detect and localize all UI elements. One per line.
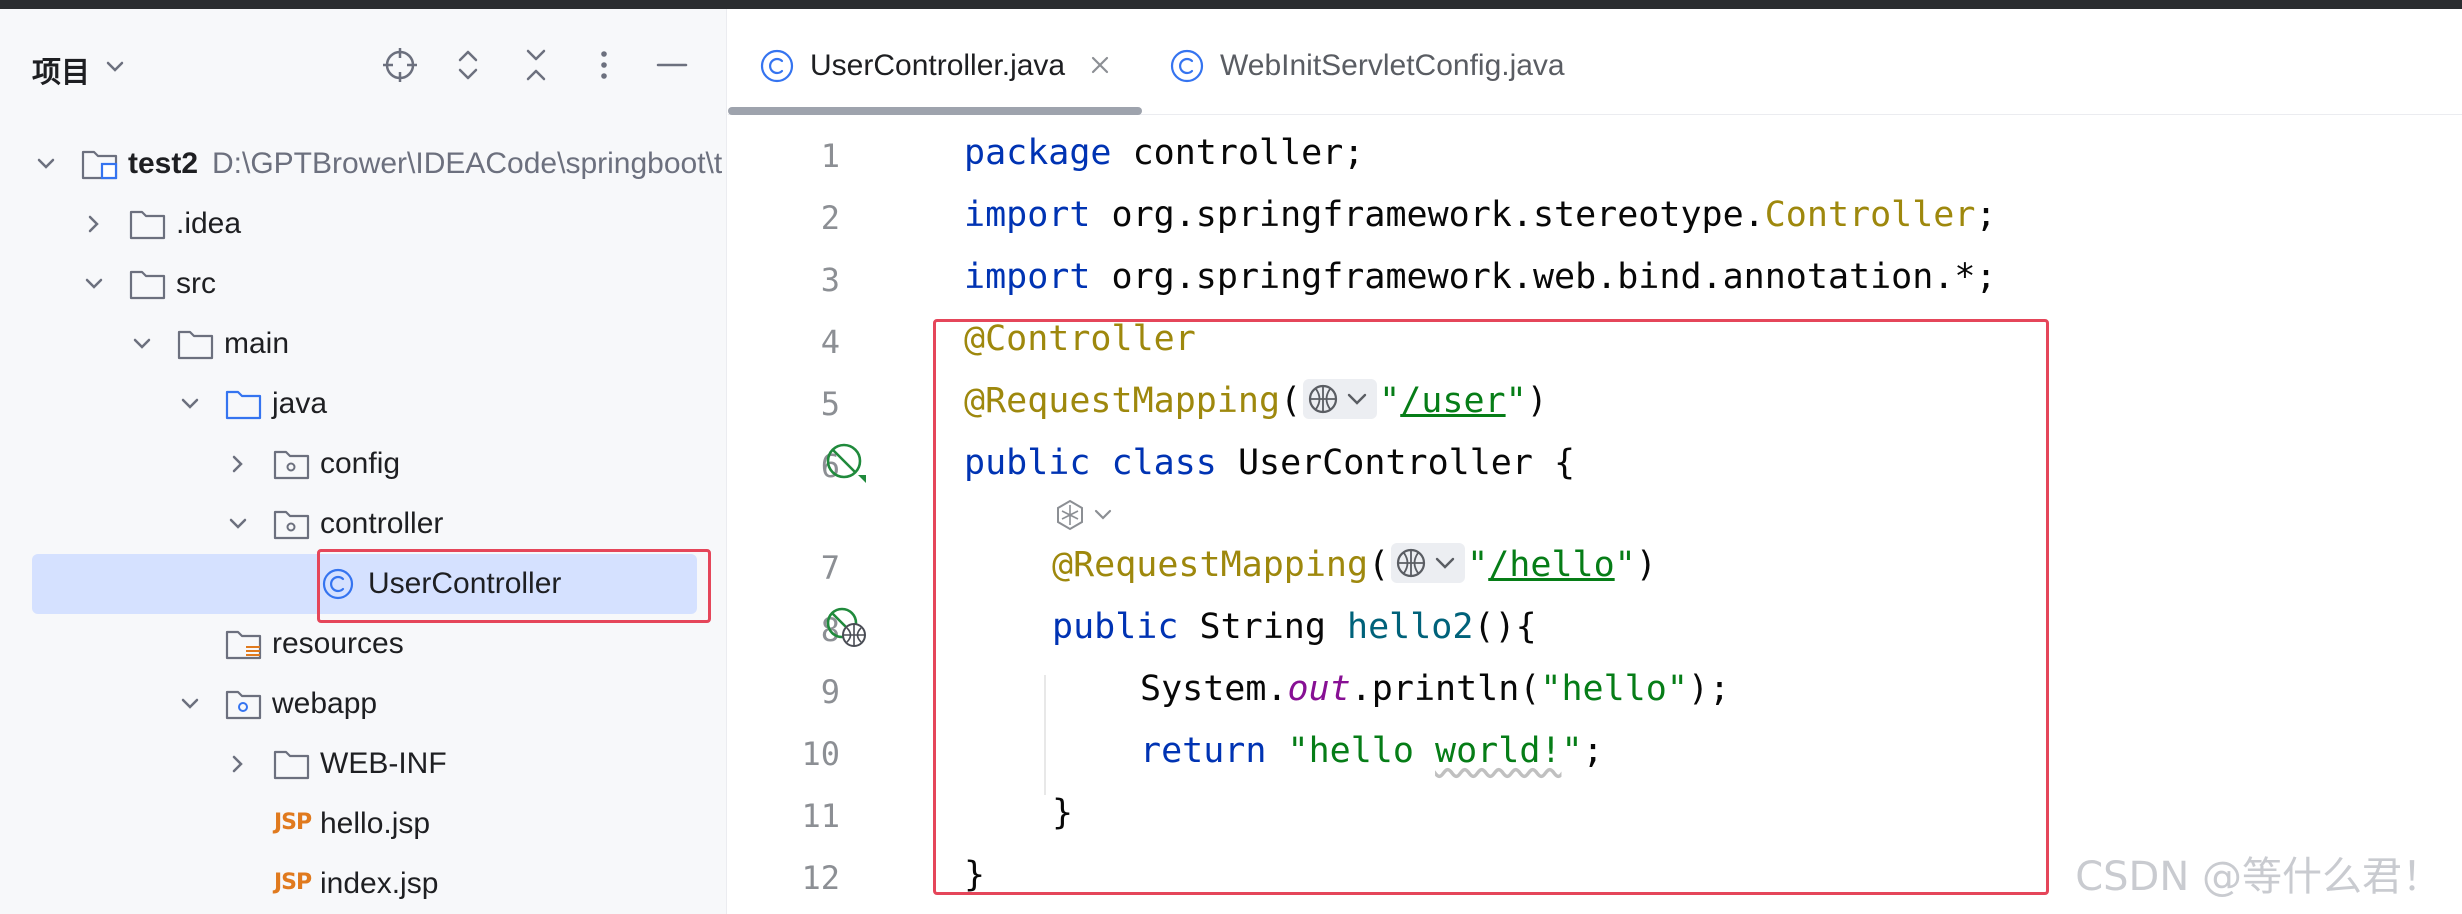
- chevron-right-icon[interactable]: [224, 750, 252, 778]
- chevron-down-icon[interactable]: [128, 330, 156, 358]
- tree-item-label: hello.jsp: [320, 807, 431, 840]
- jsp-file-icon: JSP: [274, 870, 312, 895]
- line-number: 4: [820, 323, 840, 361]
- java-class-icon: [1170, 49, 1204, 83]
- chevron-down-icon[interactable]: [224, 510, 252, 538]
- expand-all-icon[interactable]: [448, 45, 488, 85]
- line-number: 9: [820, 673, 840, 711]
- jsp-file-icon: JSP: [274, 810, 312, 835]
- tree-item-label: main: [224, 327, 290, 360]
- tree-item-test2[interactable]: test2 D:\GPTBrower\IDEACode\springboot\t: [0, 134, 727, 194]
- tab-label: UserController.java: [810, 49, 1066, 82]
- tree-item-label: config: [320, 447, 401, 480]
- tree-item-label: .idea: [176, 207, 242, 240]
- keyword: import: [964, 195, 1091, 235]
- tab-usercontroller-java[interactable]: UserController.java: [728, 9, 1142, 115]
- tree-item-label: WEB-INF: [320, 747, 447, 780]
- module-folder-icon: [81, 150, 118, 180]
- package-icon: [273, 450, 310, 480]
- folder-icon: [129, 210, 166, 240]
- tree-item-config[interactable]: config: [0, 434, 727, 494]
- collapse-all-icon[interactable]: [516, 45, 556, 85]
- tree-item-label: index.jsp: [320, 867, 439, 900]
- resources-folder-icon: [225, 630, 262, 660]
- window-top-bar: [0, 0, 2462, 9]
- tree-item-src[interactable]: src: [0, 254, 727, 314]
- tree-item-label: resources: [272, 627, 404, 660]
- code-editor: UserController.java WebInitServletConfig…: [728, 9, 2462, 914]
- code-line-3: import org.springframework.web.bind.anno…: [964, 257, 1997, 297]
- keyword: package: [964, 133, 1112, 173]
- line-number: 3: [820, 261, 840, 299]
- project-path: D:\GPTBrower\IDEACode\springboot\t: [212, 147, 723, 180]
- chevron-right-icon[interactable]: [224, 450, 252, 478]
- keyword: import: [964, 257, 1091, 297]
- tree-item-hello-jsp[interactable]: JSP hello.jsp: [0, 794, 727, 854]
- line-number: 5: [820, 385, 840, 423]
- line-number: 7: [820, 549, 840, 587]
- project-panel: 项目 test2 D:\GPTBrower\IDEACode\springboo…: [0, 9, 727, 914]
- editor-tab-bar: UserController.java WebInitServletConfig…: [728, 9, 2462, 115]
- code-line-2: import org.springframework.stereotype.Co…: [964, 195, 1997, 235]
- tree-item-controller[interactable]: controller: [0, 494, 727, 554]
- chevron-right-icon[interactable]: [80, 210, 108, 238]
- source-folder-icon: [225, 390, 262, 420]
- more-options-icon[interactable]: [584, 45, 624, 85]
- chevron-down-icon[interactable]: [80, 270, 108, 298]
- request-mapping-icon[interactable]: [824, 605, 868, 649]
- tree-item-label: src: [176, 267, 216, 300]
- minimize-icon[interactable]: [652, 45, 692, 85]
- code-area[interactable]: 1 2 3 4 5 6 7 8 9 10 11 12 package contr…: [728, 115, 2462, 914]
- tree-item-idea[interactable]: .idea: [0, 194, 727, 254]
- tree-item-index-jsp[interactable]: JSP index.jsp: [0, 854, 727, 914]
- tree-item-resources[interactable]: resources: [0, 614, 727, 674]
- code-line-1: package controller;: [964, 133, 1364, 173]
- tree-item-java[interactable]: java: [0, 374, 727, 434]
- web-folder-icon: [225, 690, 262, 720]
- annotation-highlight-code: [933, 319, 2049, 895]
- line-number: 11: [801, 797, 840, 835]
- code-text: org.springframework.web.bind.annotation.…: [1090, 257, 1997, 297]
- chevron-down-icon[interactable]: [32, 150, 60, 178]
- annotation-highlight-tree: [317, 549, 711, 623]
- chevron-down-icon[interactable]: [176, 690, 204, 718]
- watermark: CSDN @等什么君！: [2075, 854, 2442, 900]
- tree-item-label: controller: [320, 507, 444, 540]
- line-number: 10: [801, 735, 840, 773]
- code-text: ;: [1975, 195, 1997, 235]
- project-panel-title[interactable]: 项目: [32, 49, 90, 91]
- tree-item-label: webapp: [272, 687, 378, 720]
- no-bean-icon[interactable]: [824, 441, 868, 485]
- tab-label: WebInitServletConfig.java: [1220, 49, 1565, 82]
- close-icon[interactable]: [1088, 53, 1112, 77]
- tree-item-web-inf[interactable]: WEB-INF: [0, 734, 727, 794]
- code-text: controller;: [1111, 133, 1365, 173]
- class-reference: Controller: [1764, 195, 1976, 235]
- chevron-down-icon[interactable]: [176, 390, 204, 418]
- code-text: org.springframework.stereotype.: [1090, 195, 1765, 235]
- line-number: 1: [820, 137, 840, 175]
- tree-item-label: java: [272, 387, 328, 420]
- line-number: 2: [820, 199, 840, 237]
- tree-item-label: test2: [128, 147, 199, 180]
- active-tab-indicator: [728, 107, 1142, 115]
- package-icon: [273, 510, 310, 540]
- java-class-icon: [760, 49, 794, 83]
- locate-icon[interactable]: [380, 45, 420, 85]
- tab-webinitservletconfig-java[interactable]: WebInitServletConfig.java: [1168, 9, 1628, 115]
- chevron-down-icon[interactable]: [100, 51, 130, 81]
- folder-icon: [129, 270, 166, 300]
- line-number: 12: [801, 859, 840, 897]
- project-panel-header: 项目: [0, 9, 727, 119]
- tree-item-webapp[interactable]: webapp: [0, 674, 727, 734]
- folder-icon: [273, 750, 310, 780]
- tree-item-main[interactable]: main: [0, 314, 727, 374]
- folder-icon: [177, 330, 214, 360]
